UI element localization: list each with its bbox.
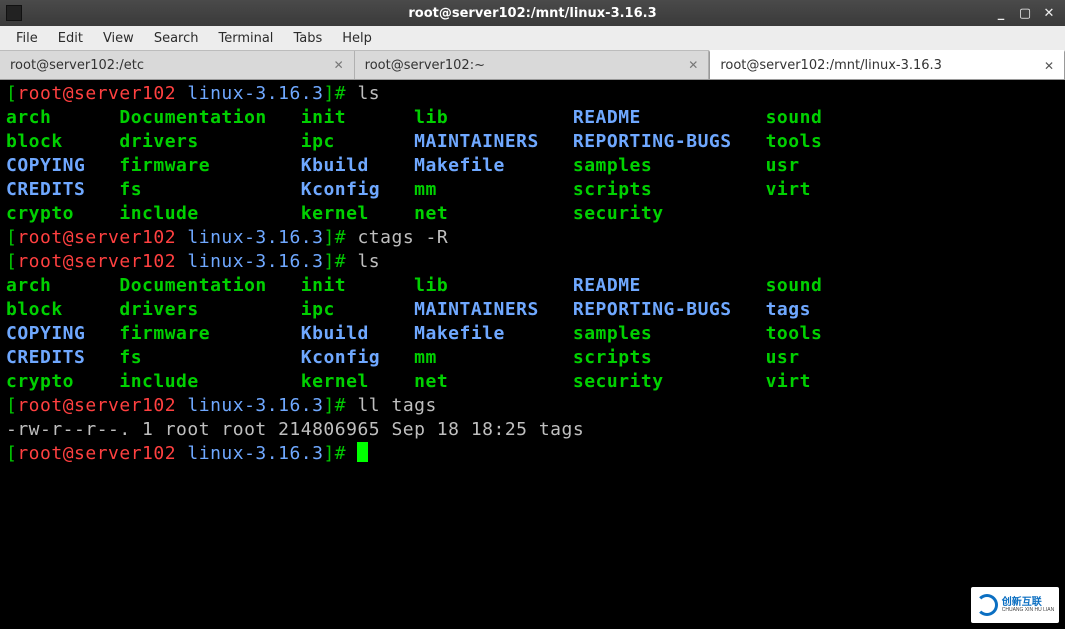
minimize-button[interactable]: _ <box>993 6 1009 21</box>
tab-bar: root@server102:/etc ✕ root@server102:~ ✕… <box>0 51 1065 80</box>
menu-tabs[interactable]: Tabs <box>285 29 330 48</box>
menu-view[interactable]: View <box>95 29 142 48</box>
window-titlebar: root@server102:/mnt/linux-3.16.3 _ ▢ ✕ <box>0 0 1065 26</box>
menu-edit[interactable]: Edit <box>50 29 91 48</box>
close-button[interactable]: ✕ <box>1041 6 1057 21</box>
maximize-button[interactable]: ▢ <box>1017 6 1033 21</box>
menu-terminal[interactable]: Terminal <box>210 29 281 48</box>
watermark-sub: CHUANG XIN HU LIAN <box>1002 608 1055 613</box>
menu-file[interactable]: File <box>8 29 46 48</box>
tab-label: root@server102:/mnt/linux-3.16.3 <box>720 58 942 73</box>
menu-bar: File Edit View Search Terminal Tabs Help <box>0 26 1065 51</box>
close-icon[interactable]: ✕ <box>688 58 698 72</box>
tab-label: root@server102:~ <box>365 58 485 73</box>
terminal-app-icon <box>6 5 22 21</box>
watermark-logo: 创新互联 CHUANG XIN HU LIAN <box>971 587 1059 623</box>
window-title: root@server102:/mnt/linux-3.16.3 <box>0 6 1065 21</box>
terminal-tab-1[interactable]: root@server102:/etc ✕ <box>0 51 355 79</box>
watermark-brand: 创新互联 <box>1002 598 1055 608</box>
terminal-tab-2[interactable]: root@server102:~ ✕ <box>355 51 710 79</box>
menu-search[interactable]: Search <box>146 29 207 48</box>
close-icon[interactable]: ✕ <box>334 58 344 72</box>
terminal-tab-3[interactable]: root@server102:/mnt/linux-3.16.3 ✕ <box>709 50 1065 79</box>
menu-help[interactable]: Help <box>334 29 380 48</box>
tab-label: root@server102:/etc <box>10 58 144 73</box>
close-icon[interactable]: ✕ <box>1044 59 1054 73</box>
terminal-viewport[interactable]: [root@server102 linux-3.16.3]# ls arch D… <box>0 80 1065 629</box>
logo-swirl-icon <box>976 594 998 616</box>
